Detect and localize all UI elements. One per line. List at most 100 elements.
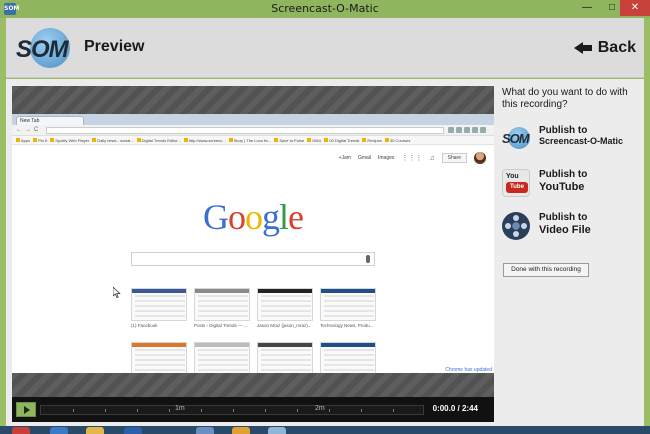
- taskbar-item[interactable]: [196, 427, 214, 434]
- browser-tab-bar: New Tab: [12, 114, 494, 125]
- tick-label-1m: 1m: [175, 405, 185, 412]
- timeline-tick: [393, 409, 394, 412]
- bookmark-item: http://www.screenc...: [184, 138, 226, 143]
- bookmark-item: Apps: [16, 138, 30, 143]
- thumbnail-label: Technology News, Produ...: [320, 323, 374, 328]
- timeline-tick: [297, 409, 298, 412]
- timeline-tick: [233, 409, 234, 412]
- bookmark-item: Save to Pulse: [274, 138, 304, 143]
- letterbox-top: [12, 86, 494, 114]
- timeline-tick: [169, 409, 170, 412]
- header: SOM Preview Back: [6, 18, 644, 78]
- publish-label: Publish to: [539, 125, 588, 136]
- taskbar-item[interactable]: [50, 427, 68, 434]
- publish-target-label: Screencast-O-Matic: [539, 136, 624, 146]
- som-icon: SOM: [502, 125, 530, 153]
- recording-frame: New Tab ←→C Apps Pin It Spotify Web Player…: [12, 114, 494, 373]
- mouse-cursor-icon: [113, 287, 121, 298]
- timeline-scrubber[interactable]: 1m 2m: [40, 405, 424, 415]
- main-content: New Tab ←→C Apps Pin It Spotify Web Player…: [6, 79, 644, 426]
- browser-extension-icons: [448, 127, 488, 134]
- taskbar-item[interactable]: [86, 427, 104, 434]
- bookmark-item: Spotify Web Player: [50, 138, 89, 143]
- thumbnail-tile: [257, 288, 313, 321]
- back-label: Back: [597, 39, 636, 56]
- total-time: 2:44: [461, 404, 478, 413]
- letterbox-bottom: [12, 373, 494, 397]
- thumbnail-tile: [131, 342, 187, 373]
- publish-label: Publish to: [539, 212, 588, 223]
- timeline-tick: [361, 409, 362, 412]
- apps-grid-icon: ⋮⋮⋮: [401, 155, 423, 162]
- bookmark-item: Daily news - social...: [92, 138, 133, 143]
- publish-video-file-button[interactable]: Publish to Video File: [502, 210, 642, 242]
- avatar: [474, 152, 486, 164]
- thumbnail-label: Jason Mraz (jason_mraz)...: [257, 323, 312, 328]
- bookmark-item: 30 Courses: [385, 138, 410, 143]
- play-button[interactable]: [16, 402, 36, 417]
- current-time: 0:00.0: [432, 404, 456, 413]
- google-link-plus: +Jam: [338, 155, 351, 161]
- publish-target-label: YouTube: [539, 181, 585, 193]
- back-arrow-icon: [573, 41, 592, 55]
- thumbnail-label: Posts ‹ Digital Trends — ...: [194, 323, 248, 328]
- publish-target-label: Video File: [539, 224, 591, 236]
- taskbar-item[interactable]: [232, 427, 250, 434]
- thumbnail-tile: [194, 342, 250, 373]
- microphone-icon: [366, 255, 370, 263]
- timeline-tick: [201, 409, 202, 412]
- playback-controls: 1m 2m 0:00.0 / 2:44: [12, 397, 494, 422]
- bookmark-item: Pin It: [33, 138, 47, 143]
- publish-label: Publish to: [539, 169, 588, 180]
- bookmark-item: Recipes: [362, 138, 381, 143]
- taskbar-item[interactable]: [124, 427, 142, 434]
- timeline-tick: [105, 409, 106, 412]
- timeline-tick: [137, 409, 138, 412]
- time-separator: /: [457, 404, 460, 413]
- taskbar: [0, 426, 650, 434]
- thumbnail-tile: [320, 342, 376, 373]
- window-title: Screencast-O-Matic: [271, 2, 379, 15]
- thumbnail-tile: [194, 288, 250, 321]
- minimize-button[interactable]: —: [574, 0, 600, 16]
- publish-sidebar: What do you want to do with this recordi…: [502, 87, 642, 277]
- taskbar-item[interactable]: [268, 427, 286, 434]
- bookmark-item: Digital Trends Editor...: [137, 138, 181, 143]
- taskbar-item[interactable]: [12, 427, 30, 434]
- done-with-recording-button[interactable]: Done with this recording: [503, 263, 589, 277]
- title-bar[interactable]: SOM Screencast-O-Matic — □ ✕: [0, 0, 650, 18]
- browser-tab: New Tab: [16, 116, 84, 125]
- page-title: Preview: [84, 38, 145, 55]
- google-link-gmail: Gmail: [357, 155, 371, 161]
- timeline-tick: [265, 409, 266, 412]
- publish-youtube-button[interactable]: You Tube Publish to YouTube: [502, 167, 642, 199]
- browser-nav-icons: ←→C: [16, 127, 42, 133]
- back-button[interactable]: Back: [573, 36, 636, 60]
- tick-label-2m: 2m: [315, 405, 325, 412]
- thumbnail-tile: [320, 288, 376, 321]
- app-window: SOM Screencast-O-Matic — □ ✕ SOM Preview…: [0, 0, 650, 434]
- thumbnail-tile: [257, 342, 313, 373]
- som-logo: SOM: [16, 26, 74, 70]
- thumbnail-label: (1) Facebook: [131, 323, 158, 328]
- film-reel-icon: [502, 212, 530, 240]
- timeline-tick: [329, 409, 330, 412]
- browser-toolbar: ←→C: [12, 125, 494, 136]
- google-link-images: Images: [378, 155, 395, 161]
- logo-text: SOM: [16, 36, 69, 63]
- google-search-box: [131, 252, 375, 266]
- publish-screencast-o-matic-button[interactable]: SOM Publish to Screencast-O-Matic: [502, 123, 642, 155]
- timeline-tick: [73, 409, 74, 412]
- browser-bookmarks-bar: Apps Pin It Spotify Web Player Daily news -…: [12, 136, 494, 145]
- bookmark-item: Story | The Loco fix...: [229, 138, 272, 143]
- notification-bell-icon: ♫: [429, 154, 435, 162]
- youtube-icon: You Tube: [502, 169, 530, 197]
- bookmark-item: GMU: [307, 138, 321, 143]
- publish-question: What do you want to do with this recordi…: [502, 87, 628, 110]
- browser-address-bar: [46, 127, 444, 134]
- time-readout: 0:00.0 / 2:44: [433, 404, 478, 413]
- google-logo: Google: [203, 197, 304, 237]
- google-top-links: +Jam Gmail Images ⋮⋮⋮ ♫ Share: [339, 152, 486, 164]
- close-button[interactable]: ✕: [620, 0, 650, 16]
- google-share-button: Share: [441, 153, 467, 163]
